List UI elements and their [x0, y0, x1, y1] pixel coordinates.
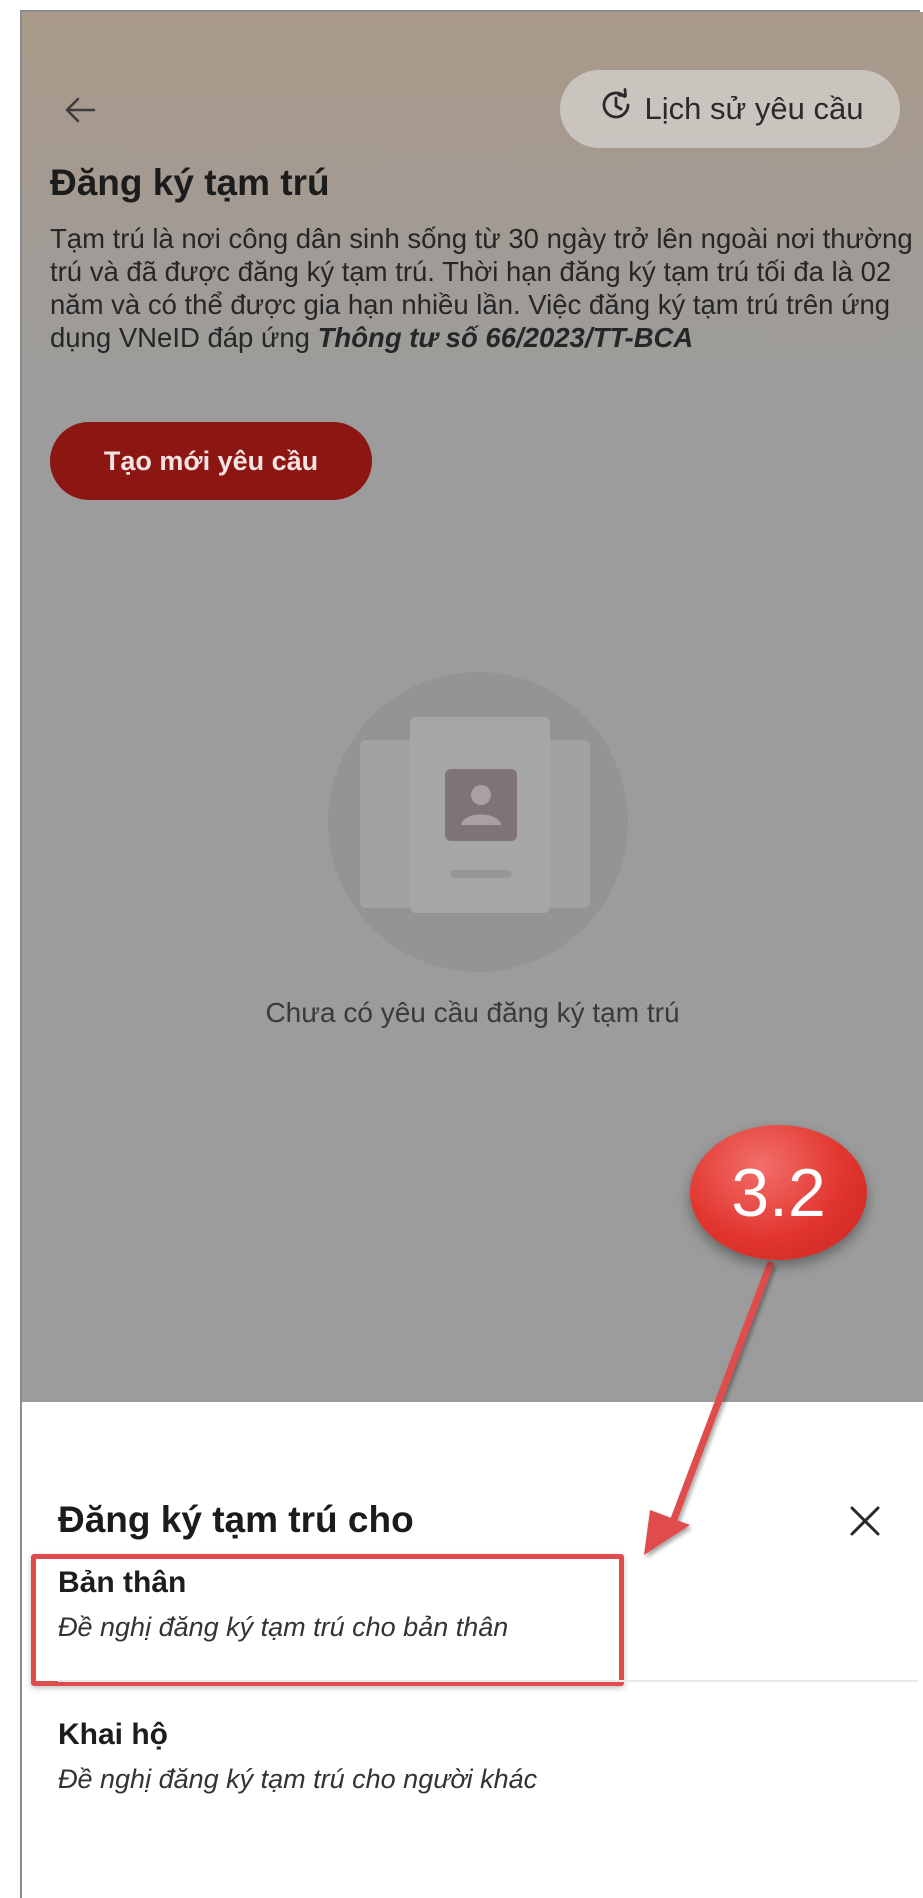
page-description: Tạm trú là nơi công dân sinh sống từ 30 … — [50, 222, 920, 354]
bottom-sheet: Đăng ký tạm trú cho Bản thân Đề nghị đăn… — [22, 1402, 923, 1898]
highlight-annotation-box — [31, 1554, 624, 1686]
option-on-behalf-title: Khai hộ — [58, 1718, 168, 1751]
page-title: Đăng ký tạm trú — [50, 162, 330, 203]
option-on-behalf-subtitle: Đề nghị đăng ký tạm trú cho người khác — [58, 1764, 538, 1794]
person-avatar-icon — [445, 769, 517, 841]
description-legal-reference: Thông tư số 66/2023/TT-BCA — [317, 322, 694, 353]
history-button[interactable]: Lịch sử yêu cầu — [560, 70, 900, 148]
app-screen: Lịch sử yêu cầu Đăng ký tạm trú Tạm trú … — [22, 12, 923, 1898]
arrow-left-icon[interactable] — [60, 90, 100, 130]
option-on-behalf[interactable]: Khai hộ Đề nghị đăng ký tạm trú cho ngườ… — [58, 1718, 898, 1795]
history-clock-icon — [597, 86, 635, 132]
create-request-button[interactable]: Tạo mới yêu cầu — [50, 422, 372, 500]
close-icon[interactable] — [840, 1496, 890, 1546]
option-divider — [58, 1680, 918, 1682]
history-label: Lịch sử yêu cầu — [644, 91, 864, 126]
sheet-title: Đăng ký tạm trú cho — [58, 1499, 414, 1540]
empty-state-text: Chưa có yêu cầu đăng ký tạm trú — [265, 997, 680, 1028]
empty-state-document-line — [450, 870, 512, 878]
step-badge: 3.2 — [690, 1125, 867, 1260]
